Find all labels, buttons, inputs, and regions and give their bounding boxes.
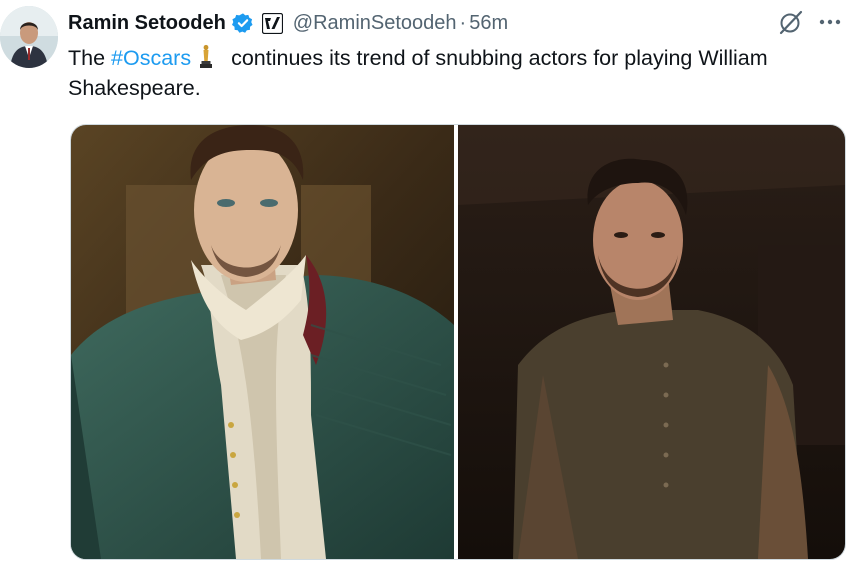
separator-dot: · bbox=[459, 11, 467, 34]
grok-icon[interactable] bbox=[777, 8, 805, 36]
media-image-right[interactable] bbox=[458, 125, 845, 559]
timestamp[interactable]: 56m bbox=[469, 12, 508, 35]
verified-badge-icon bbox=[231, 12, 254, 34]
media-image-left[interactable] bbox=[71, 125, 454, 559]
media-grid[interactable] bbox=[70, 124, 846, 560]
oscar-trophy-emoji bbox=[195, 44, 217, 70]
tweet-text: The #Oscars continues its trend of snubb… bbox=[68, 43, 848, 103]
avatar-photo bbox=[0, 6, 58, 68]
author-handle[interactable]: @RaminSetoodeh bbox=[293, 12, 457, 35]
hashtag-link[interactable]: #Oscars bbox=[111, 46, 191, 70]
affiliate-badge-icon[interactable] bbox=[261, 12, 283, 34]
more-icon[interactable] bbox=[815, 9, 845, 35]
avatar[interactable] bbox=[0, 6, 58, 68]
tweet-header: Ramin Setoodeh @RaminSetoodeh · 56m bbox=[68, 9, 508, 37]
text-before: The bbox=[68, 46, 112, 70]
author-name[interactable]: Ramin Setoodeh bbox=[68, 12, 226, 35]
